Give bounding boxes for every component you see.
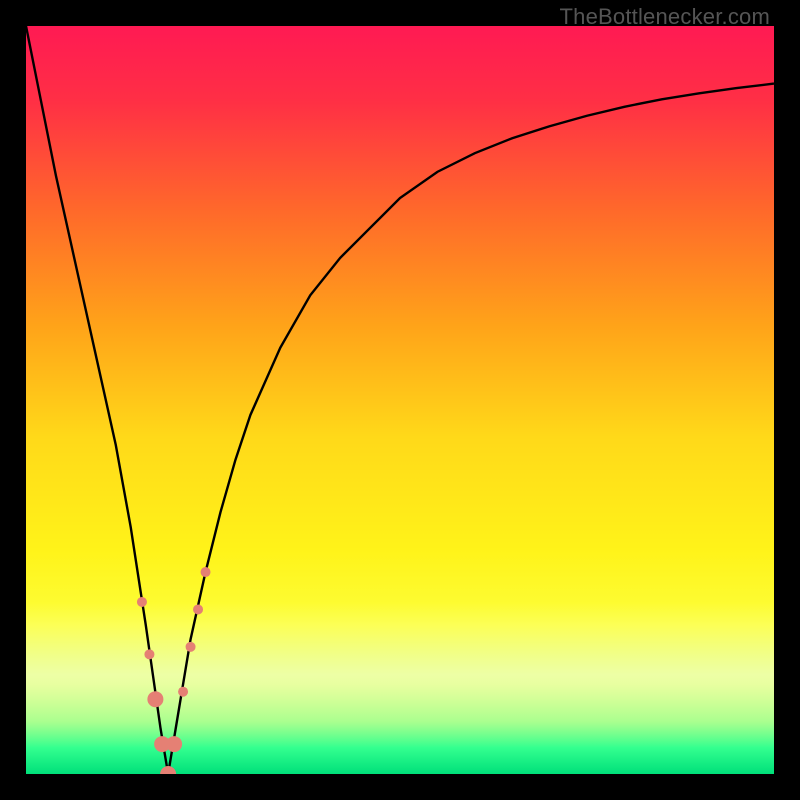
data-dot bbox=[193, 604, 203, 614]
data-dot bbox=[201, 567, 211, 577]
pale-band bbox=[26, 602, 774, 748]
data-dot bbox=[186, 642, 196, 652]
chart-svg bbox=[26, 26, 774, 774]
data-dot bbox=[147, 691, 163, 707]
chart-frame: TheBottlenecker.com bbox=[0, 0, 800, 800]
watermark-text: TheBottlenecker.com bbox=[560, 4, 770, 30]
plot-area bbox=[26, 26, 774, 774]
data-dot bbox=[178, 687, 188, 697]
data-dot bbox=[166, 736, 182, 752]
data-dot bbox=[137, 597, 147, 607]
data-dot bbox=[144, 649, 154, 659]
